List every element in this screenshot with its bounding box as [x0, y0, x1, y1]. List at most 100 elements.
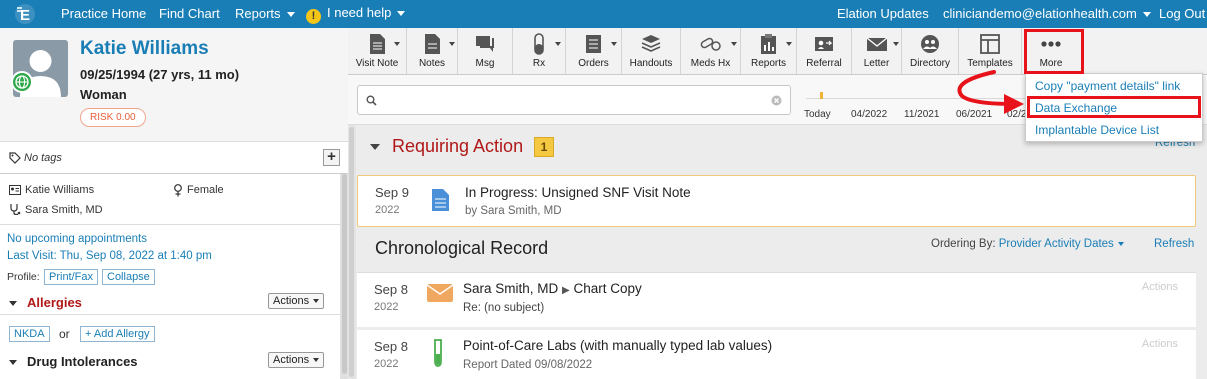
reports-button[interactable]: Reports — [741, 28, 797, 74]
user-email: cliniciandemo@elationhealth.com — [943, 6, 1137, 21]
requiring-action-label: Requiring Action — [392, 136, 524, 156]
chart-search-input[interactable] — [380, 92, 770, 106]
clear-icon[interactable] — [771, 95, 782, 106]
patient-name[interactable]: Katie Williams — [80, 38, 209, 60]
patient-sex: Woman — [80, 87, 127, 102]
meds-hx-label: Meds Hx — [690, 58, 731, 69]
envelope-icon — [427, 284, 453, 302]
item-date: Sep 9 — [375, 185, 409, 200]
id-card-icon — [9, 185, 21, 195]
item-author: by Sara Smith, MD — [465, 205, 562, 217]
scrollbar-thumb[interactable] — [349, 127, 354, 377]
orders-label: Orders — [578, 58, 609, 69]
item-actions-link[interactable]: Actions — [1142, 338, 1178, 350]
ordering-by: Ordering By: Provider Activity Dates — [931, 238, 1124, 250]
orders-button[interactable]: Orders — [566, 28, 622, 74]
item-type: Chart Copy — [573, 281, 642, 296]
divider — [0, 224, 340, 225]
drug-intolerances-actions-button[interactable]: Actions — [268, 352, 325, 368]
scrollbar-thumb[interactable] — [342, 174, 347, 374]
chronological-item[interactable]: Sep 8 2022 Sara Smith, MD ▶ Chart Copy R… — [357, 272, 1196, 327]
requiring-action-title[interactable]: Requiring Action — [370, 136, 523, 157]
nav-user-menu[interactable]: cliniciandemo@elationhealth.com — [943, 6, 1151, 21]
timeline-label-1[interactable]: 04/2022 — [851, 109, 887, 120]
nkda-button[interactable]: NKDA — [9, 326, 50, 342]
last-visit-link[interactable]: Last Visit: Thu, Sep 08, 2022 at 1:40 pm — [7, 250, 212, 262]
requiring-action-item[interactable]: Sep 9 2022 In Progress: Unsigned SNF Vis… — [357, 175, 1196, 227]
ordering-label: Ordering By: — [931, 238, 996, 250]
copy-payment-link-item[interactable]: Copy "payment details" link — [1035, 79, 1180, 93]
item-actions-link[interactable]: Actions — [1142, 281, 1178, 293]
alert-icon: ! — [306, 9, 321, 24]
collapse-button[interactable]: Collapse — [102, 269, 155, 285]
timeline-label-2[interactable]: 11/2021 — [904, 109, 939, 120]
pill-icon — [534, 33, 544, 55]
ordering-dropdown[interactable]: Provider Activity Dates — [999, 238, 1124, 250]
item-year: 2022 — [374, 358, 399, 370]
nav-logout[interactable]: Log Out — [1159, 6, 1205, 21]
item-title[interactable]: Point-of-Care Labs (with manually typed … — [463, 338, 772, 353]
sidebar-scrollbar[interactable] — [340, 174, 348, 379]
rx-button[interactable]: Rx — [513, 28, 566, 74]
upcoming-appointments-link[interactable]: No upcoming appointments — [7, 233, 147, 245]
tags-label: No tags — [24, 152, 62, 164]
or-label: or — [59, 327, 70, 341]
visit-note-button[interactable]: Visit Note — [348, 28, 407, 74]
allergies-actions-button[interactable]: Actions — [268, 293, 325, 309]
implantable-device-list-item[interactable]: Implantable Device List — [1035, 123, 1159, 137]
patient-display-name: Katie Williams — [25, 184, 95, 196]
chart-main: Requiring Action 1 Refresh Sep 9 2022 In… — [348, 125, 1207, 379]
divider — [0, 314, 340, 315]
allergies-section-title[interactable]: Allergies — [9, 295, 82, 310]
nav-elation-updates[interactable]: Elation Updates — [837, 6, 929, 21]
nav-practice-home[interactable]: Practice Home — [61, 6, 146, 21]
referral-icon — [815, 37, 833, 51]
print-fax-button[interactable]: Print/Fax — [44, 269, 99, 285]
item-title[interactable]: Sara Smith, MD ▶ Chart Copy — [463, 281, 642, 296]
referral-label: Referral — [806, 58, 842, 69]
clipboard-icon — [760, 34, 776, 54]
notes-label: Notes — [418, 58, 446, 69]
profile-label: Profile: — [7, 271, 40, 283]
nav-reports[interactable]: Reports — [235, 6, 295, 21]
item-date: Sep 8 — [374, 339, 408, 354]
nav-help[interactable]: ! I need help — [306, 5, 406, 24]
chronological-item[interactable]: Sep 8 2022 Point-of-Care Labs (with manu… — [357, 330, 1196, 379]
letter-label: Letter — [863, 58, 890, 69]
note-icon — [425, 34, 440, 54]
list-icon — [585, 35, 601, 53]
drug-intolerances-section-title[interactable]: Drug Intolerances — [9, 354, 138, 369]
stack-icon — [641, 35, 661, 52]
risk-badge[interactable]: RISK 0.00 — [80, 108, 146, 127]
add-tag-button[interactable]: + — [323, 149, 340, 166]
item-title[interactable]: In Progress: Unsigned SNF Visit Note — [465, 185, 691, 200]
main-scrollbar[interactable] — [348, 125, 356, 379]
timeline-label-today[interactable]: Today — [804, 109, 831, 120]
timeline-marker[interactable] — [820, 92, 823, 99]
chevron-down-icon — [1117, 241, 1124, 246]
msg-button[interactable]: Msg — [458, 28, 513, 74]
add-allergy-button[interactable]: + Add Allergy — [80, 326, 155, 342]
chat-icon — [476, 36, 494, 52]
patient-dob: 09/25/1994 (27 yrs, 11 mo) — [80, 67, 239, 82]
chart-search — [357, 85, 791, 115]
chevron-down-icon — [397, 11, 406, 17]
referral-button[interactable]: Referral — [797, 28, 852, 74]
meds-hx-button[interactable]: Meds Hx — [681, 28, 741, 74]
test-tube-icon — [434, 339, 442, 367]
elation-logo-icon[interactable]: E — [14, 3, 36, 25]
letter-button[interactable]: Letter — [852, 28, 902, 74]
reports-label: Reports — [750, 58, 786, 69]
search-icon — [366, 95, 377, 106]
handouts-button[interactable]: Handouts — [622, 28, 681, 74]
nav-help-label: I need help — [327, 5, 392, 20]
svg-text:E: E — [20, 7, 30, 24]
chronological-refresh-link[interactable]: Refresh — [1154, 238, 1194, 250]
globe-icon — [11, 71, 33, 93]
item-date: Sep 8 — [374, 282, 408, 297]
chevron-down-icon — [370, 144, 380, 151]
notes-button[interactable]: Notes — [407, 28, 458, 74]
chevron-down-icon — [286, 12, 295, 18]
nav-find-chart[interactable]: Find Chart — [159, 6, 220, 21]
document-icon — [370, 34, 385, 54]
